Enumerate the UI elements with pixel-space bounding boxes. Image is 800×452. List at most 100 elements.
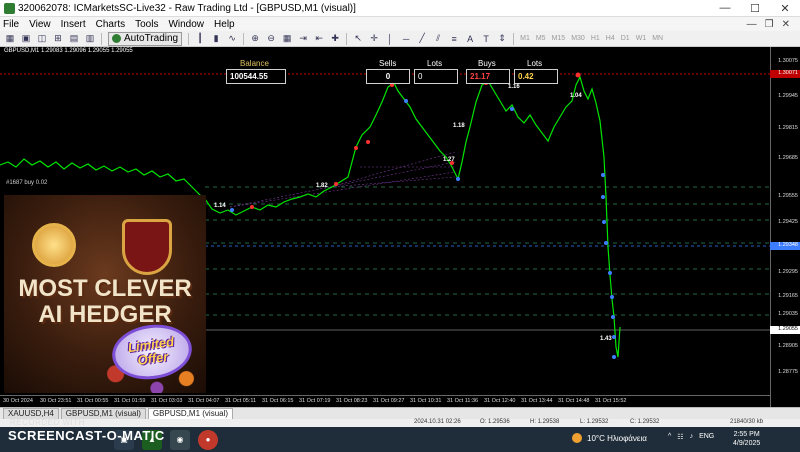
menu-charts[interactable]: Charts <box>91 19 130 30</box>
candlestick-icon[interactable]: ▮ <box>209 32 223 45</box>
lots-value-1: 0 <box>414 69 458 84</box>
menu-window[interactable]: Window <box>163 19 209 30</box>
time-label: 31 Oct 06:15 <box>262 398 294 404</box>
timeframe-m1[interactable]: M1 <box>520 35 530 42</box>
time-label: 31 Oct 04:07 <box>188 398 220 404</box>
timeframe-mn[interactable]: MN <box>652 35 663 42</box>
price-chart[interactable]: GBPUSD,M1 1.29083 1.29096 1.29055 1.2905… <box>0 47 800 407</box>
time-label: 31 Oct 08:23 <box>336 398 368 404</box>
new-chart-icon[interactable]: ▦ <box>3 32 17 45</box>
timeframe-m30[interactable]: M30 <box>571 35 585 42</box>
profiles-icon[interactable]: ▣ <box>19 32 33 45</box>
channel-icon[interactable]: ⫽ <box>431 32 445 45</box>
status-bar: 2024.10.31 02:26 O: 1.29536 H: 1.29538 L… <box>0 419 800 427</box>
lot-label: 1.16 <box>508 84 520 90</box>
time-label: 31 Oct 07:19 <box>299 398 331 404</box>
chart-shift-icon[interactable]: ⇤ <box>312 32 326 45</box>
volume-icon[interactable]: ♪ <box>690 433 694 441</box>
close-button[interactable]: ✕ <box>770 0 800 17</box>
timeframe-d1[interactable]: D1 <box>621 35 630 42</box>
balance-value: 100544.55 <box>226 69 286 84</box>
timeframe-m15[interactable]: M15 <box>552 35 566 42</box>
time-label: 30 Oct 23:51 <box>40 398 72 404</box>
mdi-restore-button[interactable]: ❐ <box>765 19 774 30</box>
hedge-line <box>229 161 456 208</box>
status-close: C: 1.29532 <box>630 419 660 425</box>
record-taskbar-icon[interactable]: ● <box>198 429 218 450</box>
price-label: 1.29035 <box>778 311 798 317</box>
time-label: 30 Oct 2024 <box>3 398 33 404</box>
minimize-button[interactable]: — <box>710 0 740 17</box>
indicators-icon[interactable]: ✚ <box>328 32 342 45</box>
lots-label-1: Lots <box>427 59 443 68</box>
mdi-minimize-button[interactable]: — <box>747 19 757 30</box>
timeframe-w1[interactable]: W1 <box>636 35 647 42</box>
price-label: 1.29295 <box>778 269 798 275</box>
autotrading-button[interactable]: AutoTrading <box>108 31 183 46</box>
terminal-icon[interactable]: ▤ <box>67 32 81 45</box>
zoom-out-icon[interactable]: ⊖ <box>264 32 278 45</box>
weather-text: 10°C Ηλιοφάνεια <box>587 433 647 443</box>
price-axis[interactable]: 1.30075 1.30071 1.29945 1.29815 1.29685 … <box>770 47 800 407</box>
lot-label: 1.82 <box>316 183 328 189</box>
menu-file[interactable]: File <box>0 19 24 30</box>
sell-marker <box>366 140 370 144</box>
menu-tools[interactable]: Tools <box>130 19 163 30</box>
weather-widget[interactable]: 10°C Ηλιοφάνεια <box>572 433 647 443</box>
time-label: 31 Oct 00:55 <box>77 398 109 404</box>
timeframe-m5[interactable]: M5 <box>536 35 546 42</box>
price-label: 1.30075 <box>778 58 798 64</box>
price-label: 1.29165 <box>778 293 798 299</box>
price-label: 1.28775 <box>778 369 798 375</box>
menu-insert[interactable]: Insert <box>56 19 91 30</box>
mdi-close-button[interactable]: ✕ <box>782 19 790 30</box>
crosshair-icon[interactable]: ✛ <box>367 32 381 45</box>
menu-help[interactable]: Help <box>209 19 240 30</box>
menu-view[interactable]: View <box>24 19 56 30</box>
time-label: 31 Oct 13:44 <box>521 398 553 404</box>
cursor-icon[interactable]: ↖ <box>351 32 365 45</box>
zoom-in-icon[interactable]: ⊕ <box>248 32 262 45</box>
clock-date: 4/9/2025 <box>733 440 761 447</box>
label-icon[interactable]: T <box>479 32 493 45</box>
horizontal-line-icon[interactable]: ─ <box>399 32 413 45</box>
autoscroll-icon[interactable]: ⇥ <box>296 32 310 45</box>
status-open: O: 1.29536 <box>480 419 510 425</box>
network-icon[interactable]: ☷ <box>677 433 683 441</box>
taskbar-clock[interactable]: 2:55 PM 4/9/2025 <box>733 430 760 448</box>
tab-gbpusd-m1-visual-active[interactable]: GBPUSD,M1 (visual) <box>147 408 234 419</box>
time-label: 31 Oct 10:31 <box>410 398 442 404</box>
navigator-icon[interactable]: ⊞ <box>51 32 65 45</box>
tester-icon[interactable]: ▥ <box>83 32 97 45</box>
maximize-button[interactable]: ☐ <box>740 0 770 17</box>
price-label: 1.29945 <box>778 93 798 99</box>
promo-title-line1: MOST CLEVER <box>18 275 192 302</box>
screencast-watermark: RECORDED WITH SCREENCAST-O-MATIC <box>8 418 165 443</box>
shield-chart-icon <box>122 219 172 275</box>
trendline-icon[interactable]: ╱ <box>415 32 429 45</box>
line-chart-icon[interactable]: ∿ <box>225 32 239 45</box>
text-icon[interactable]: A <box>463 32 477 45</box>
language-indicator[interactable]: ENG <box>699 433 714 441</box>
buy-marker <box>230 208 234 212</box>
buy-marker <box>602 220 606 224</box>
time-label: 31 Oct 14:48 <box>558 398 590 404</box>
arrows-icon[interactable]: ⇕ <box>495 32 509 45</box>
lot-label: 1.43 <box>600 336 612 342</box>
toolbar-separator <box>346 32 348 45</box>
fibonacci-icon[interactable]: ≡ <box>447 32 461 45</box>
bar-chart-icon[interactable]: ┃ <box>193 32 207 45</box>
vertical-line-icon[interactable]: │ <box>383 32 397 45</box>
autotrading-label: AutoTrading <box>124 33 179 44</box>
taskbar-app-icon[interactable]: ◉ <box>170 429 190 450</box>
tile-windows-icon[interactable]: ▦ <box>280 32 294 45</box>
market-watch-icon[interactable]: ◫ <box>35 32 49 45</box>
timeframe-h1[interactable]: H1 <box>591 35 600 42</box>
time-axis[interactable]: 30 Oct 2024 30 Oct 23:51 31 Oct 00:55 31… <box>0 395 770 407</box>
buys-label: Buys <box>478 59 496 68</box>
buy-marker <box>604 241 608 245</box>
watermark-text: SCREENCAST-O-MATIC <box>8 428 165 443</box>
timeframe-h4[interactable]: H4 <box>606 35 615 42</box>
buy-marker <box>608 271 612 275</box>
tray-chevron-icon[interactable]: ^ <box>668 433 671 441</box>
